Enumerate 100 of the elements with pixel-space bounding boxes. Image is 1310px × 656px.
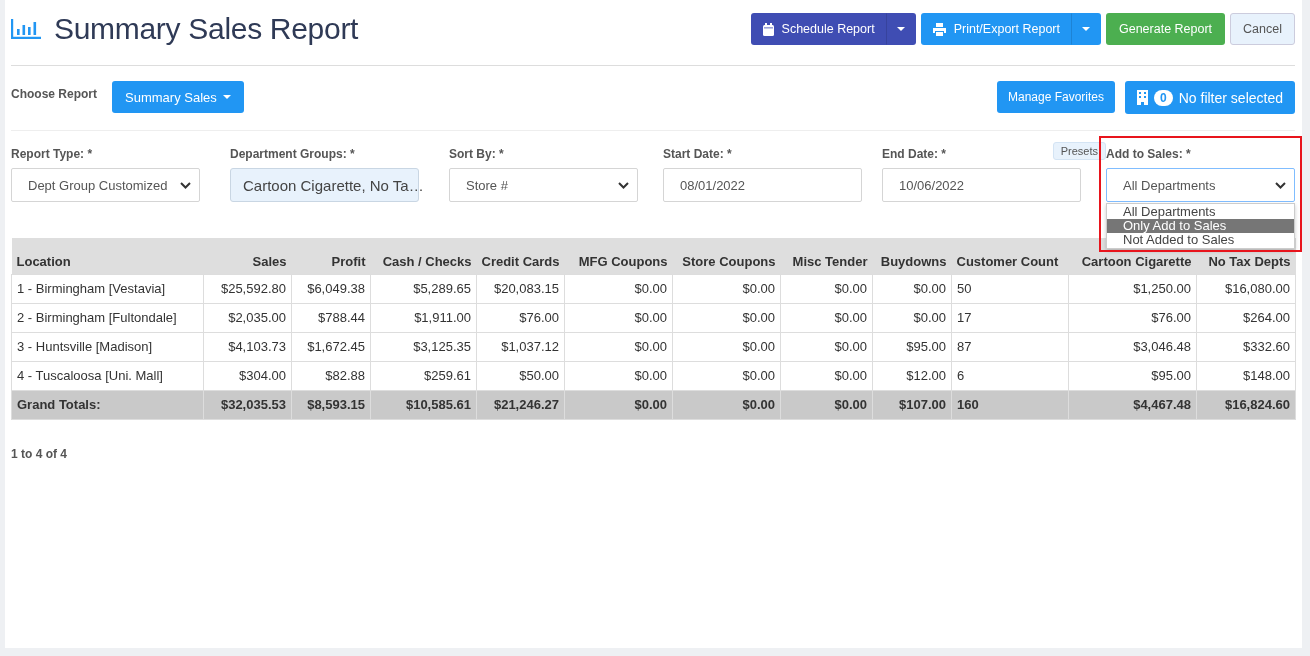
page-title: Summary Sales Report xyxy=(54,12,359,46)
total-cell: $0.00 xyxy=(672,390,781,419)
table-cell: $20,083.15 xyxy=(476,274,565,303)
column-header: Buydowns xyxy=(872,238,952,274)
table-cell: $50.00 xyxy=(476,361,565,390)
dropdown-option[interactable]: All Departments xyxy=(1107,205,1294,219)
total-cell: $0.00 xyxy=(780,390,873,419)
printer-icon xyxy=(932,22,946,36)
column-header: Profit xyxy=(291,238,371,274)
caret-icon xyxy=(1081,27,1090,31)
select-field[interactable]: Store # xyxy=(449,168,638,202)
bar-chart-icon xyxy=(11,19,41,39)
column-header: MFG Coupons xyxy=(564,238,673,274)
table-cell: $259.61 xyxy=(370,361,477,390)
table-cell: 50 xyxy=(951,274,1069,303)
table-cell: $0.00 xyxy=(672,332,781,361)
calendar-icon xyxy=(762,22,774,36)
date-field[interactable]: 10/06/2022 xyxy=(882,168,1081,202)
table-cell: $0.00 xyxy=(780,274,873,303)
column-header: Sales xyxy=(203,238,292,274)
filter-count-badge: 0 xyxy=(1154,89,1173,106)
table-cell: $0.00 xyxy=(780,361,873,390)
table-cell: $0.00 xyxy=(780,303,873,332)
table-cell: $1,250.00 xyxy=(1068,274,1197,303)
column-header: Credit Cards xyxy=(476,238,565,274)
action-button[interactable]: Schedule Report xyxy=(750,13,886,45)
column-header: Store Coupons xyxy=(672,238,781,274)
column-header: Location xyxy=(11,238,204,274)
table-cell: $0.00 xyxy=(872,303,952,332)
caret-icon xyxy=(222,95,231,99)
table-cell: $0.00 xyxy=(564,303,673,332)
table-cell: 3 - Huntsville [Madison] xyxy=(11,332,204,361)
presets-button[interactable]: Presets xyxy=(1052,142,1106,160)
column-header: Customer Count xyxy=(951,238,1069,274)
dropdown-toggle[interactable] xyxy=(1070,13,1101,45)
chevron-down-icon xyxy=(180,181,191,189)
field-label: Start Date: * xyxy=(663,147,732,161)
dropdown-toggle[interactable] xyxy=(885,13,916,45)
table-cell: $76.00 xyxy=(1068,303,1197,332)
table-cell: 6 xyxy=(951,361,1069,390)
choose-report-label: Choose Report xyxy=(11,87,97,101)
total-cell: $8,593.15 xyxy=(291,390,371,419)
table-cell: 87 xyxy=(951,332,1069,361)
table-cell: $0.00 xyxy=(672,361,781,390)
table-cell: $2,035.00 xyxy=(203,303,292,332)
total-cell: $4,467.48 xyxy=(1068,390,1197,419)
table-cell: 1 - Birmingham [Vestavia] xyxy=(11,274,204,303)
select-field[interactable]: Dept Group Customized xyxy=(11,168,200,202)
total-cell: $107.00 xyxy=(872,390,952,419)
table-cell: $0.00 xyxy=(564,361,673,390)
table-cell: $4,103.73 xyxy=(203,332,292,361)
table-cell: $5,289.65 xyxy=(370,274,477,303)
total-cell: $21,246.27 xyxy=(476,390,565,419)
total-cell: $32,035.53 xyxy=(203,390,292,419)
table-cell: $25,592.80 xyxy=(203,274,292,303)
table-cell: $1,672.45 xyxy=(291,332,371,361)
table-cell: $95.00 xyxy=(1068,361,1197,390)
table-cell: $12.00 xyxy=(872,361,952,390)
dropdown-option[interactable]: Only Add to Sales xyxy=(1107,219,1294,233)
field-label: Department Groups: * xyxy=(230,147,355,161)
table-cell: $3,046.48 xyxy=(1068,332,1197,361)
table-cell: $1,911.00 xyxy=(370,303,477,332)
table-cell: $0.00 xyxy=(672,303,781,332)
chevron-down-icon xyxy=(618,181,629,189)
table-cell: $0.00 xyxy=(672,274,781,303)
table-cell: $264.00 xyxy=(1196,303,1296,332)
table-cell: $16,080.00 xyxy=(1196,274,1296,303)
table-cell: $788.44 xyxy=(291,303,371,332)
field-label: End Date: * xyxy=(882,147,946,161)
table-cell: $1,037.12 xyxy=(476,332,565,361)
total-cell: $16,824.60 xyxy=(1196,390,1296,419)
column-header: Misc Tender xyxy=(780,238,873,274)
total-cell: 160 xyxy=(951,390,1069,419)
table-cell: $0.00 xyxy=(564,332,673,361)
total-cell: $0.00 xyxy=(564,390,673,419)
table-cell: $0.00 xyxy=(780,332,873,361)
select-field[interactable]: All Departments xyxy=(1106,168,1295,202)
pagination-info: 1 to 4 of 4 xyxy=(11,446,68,461)
table-cell: $95.00 xyxy=(872,332,952,361)
table-cell: $76.00 xyxy=(476,303,565,332)
table-cell: $0.00 xyxy=(872,274,952,303)
total-cell: $10,585.61 xyxy=(370,390,477,419)
table-cell: $304.00 xyxy=(203,361,292,390)
column-header: Cash / Checks xyxy=(370,238,477,274)
caret-icon xyxy=(896,27,905,31)
total-cell: Grand Totals: xyxy=(11,390,204,419)
table-cell: $148.00 xyxy=(1196,361,1296,390)
field-label: Sort By: * xyxy=(449,147,504,161)
table-cell: $6,049.38 xyxy=(291,274,371,303)
field-label: Report Type: * xyxy=(11,147,93,161)
table-cell: $82.88 xyxy=(291,361,371,390)
field-label: Add to Sales: * xyxy=(1106,147,1191,161)
table-cell: $0.00 xyxy=(564,274,673,303)
table-cell: $332.60 xyxy=(1196,332,1296,361)
table-cell: 17 xyxy=(951,303,1069,332)
table-cell: $3,125.35 xyxy=(370,332,477,361)
action-button[interactable]: Cancel xyxy=(1230,13,1295,45)
table-cell: 4 - Tuscaloosa [Uni. Mall] xyxy=(11,361,204,390)
date-field[interactable]: 08/01/2022 xyxy=(663,168,862,202)
building-icon xyxy=(1137,90,1149,105)
